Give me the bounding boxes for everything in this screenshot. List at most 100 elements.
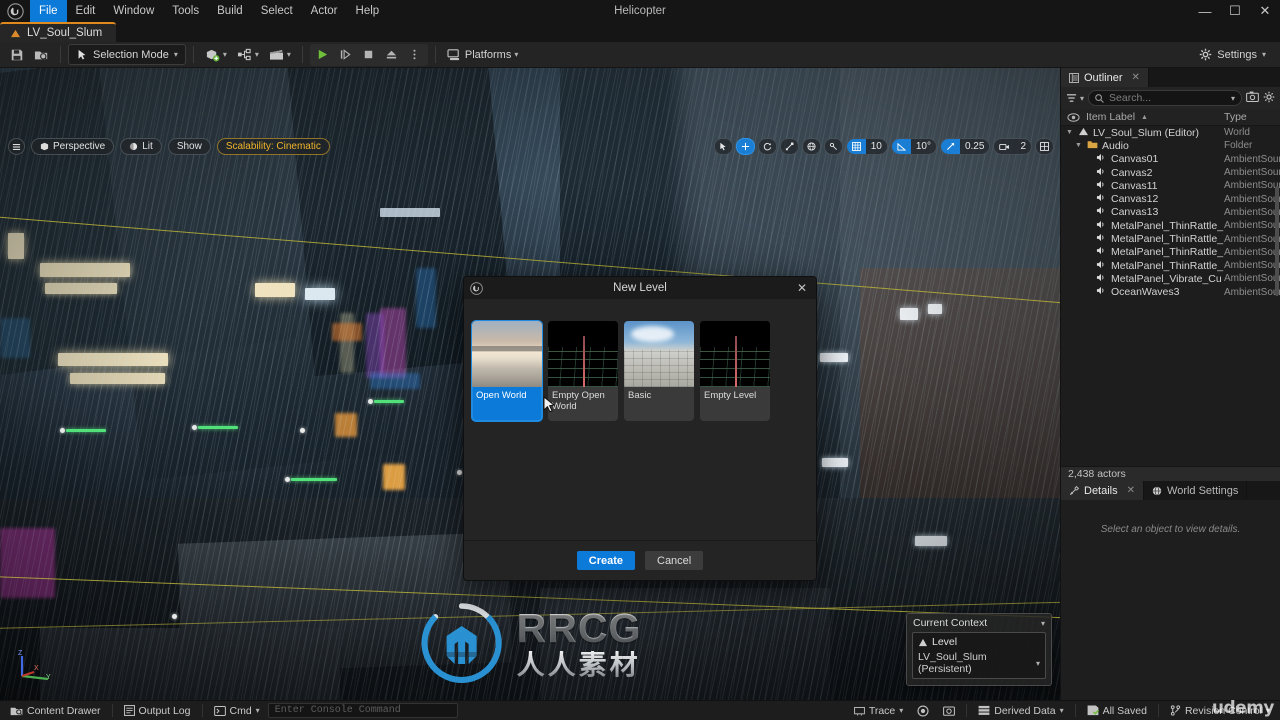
outliner-scrollbar[interactable] <box>1275 186 1279 296</box>
outliner-tree[interactable]: ▼ LV_Soul_Slum (Editor) World ▼ Audio Folder C… <box>1061 126 1280 466</box>
content-drawer-button[interactable]: Content Drawer <box>4 703 107 719</box>
outliner-row-label-cell: MetalPanel_Vibrate_Cu <box>1061 273 1224 285</box>
outliner-row-label-cell: Canvas2 <box>1061 167 1224 179</box>
outliner-search-input[interactable]: Search... ▾ <box>1088 90 1242 106</box>
outliner-row[interactable]: ▼ LV_Soul_Slum (Editor) World <box>1061 126 1280 139</box>
menu-tools[interactable]: Tools <box>163 0 208 22</box>
skip-button[interactable] <box>335 44 357 66</box>
platforms-button[interactable]: Platforms ▾ <box>443 44 522 66</box>
outliner-row[interactable]: ▼ Audio Folder <box>1061 139 1280 152</box>
menu-select[interactable]: Select <box>252 0 302 22</box>
record-icon <box>917 704 929 717</box>
create-button[interactable]: Create <box>576 551 635 570</box>
toolbar-divider-2 <box>192 46 194 63</box>
close-icon[interactable]: ✕ <box>1127 485 1135 496</box>
tab-world-settings[interactable]: World Settings <box>1144 481 1248 500</box>
eject-button[interactable] <box>381 44 403 66</box>
outliner-row-label-cell: Canvas13 <box>1061 206 1224 218</box>
all-saved-button[interactable]: All Saved <box>1081 703 1153 719</box>
outliner-col-item-label[interactable]: Item Label ▲ <box>1061 111 1224 123</box>
eye-icon[interactable] <box>1067 112 1080 122</box>
outliner-row-label-cell: Canvas12 <box>1061 193 1224 205</box>
close-icon[interactable]: ✕ <box>1250 0 1280 22</box>
unreal-logo-icon[interactable] <box>0 0 30 22</box>
outliner-row[interactable]: Canvas2 AmbientSour <box>1061 166 1280 179</box>
outliner-row[interactable]: Canvas13 AmbientSour <box>1061 206 1280 219</box>
trace-button[interactable]: Trace ▾ <box>848 703 909 719</box>
close-icon[interactable]: ✕ <box>1132 72 1140 83</box>
save-button[interactable] <box>6 44 28 66</box>
chevron-down-icon[interactable]: ▼ <box>1074 142 1083 149</box>
menu-file[interactable]: File <box>30 0 67 22</box>
menu-window[interactable]: Window <box>104 0 163 22</box>
cinematics-button[interactable]: ▾ <box>265 44 295 66</box>
right-dock: Outliner ✕ ▾ Search... ▾ Item Label ▲ Ty… <box>1060 68 1280 700</box>
outliner-row[interactable]: MetalPanel_ThinRattle_ AmbientSour <box>1061 232 1280 245</box>
outliner-settings-icon[interactable] <box>1263 91 1275 106</box>
cmd-dropdown[interactable]: Cmd ▾ <box>208 703 266 719</box>
details-empty-state: Select an object to view details. <box>1061 500 1280 700</box>
menu-help[interactable]: Help <box>347 0 389 22</box>
chevron-down-icon: ▾ <box>1080 93 1085 103</box>
output-log-button[interactable]: Output Log <box>118 703 197 719</box>
chevron-down-icon[interactable]: ▼ <box>1065 129 1074 136</box>
outliner-row[interactable]: MetalPanel_ThinRattle_ AmbientSour <box>1061 246 1280 259</box>
editor-body: Perspective Lit Show Scalability: Cinema… <box>0 68 1280 700</box>
outliner-row-label: MetalPanel_ThinRattle_ <box>1111 246 1224 259</box>
status-bar: Content Drawer Output Log Cmd ▾ Enter Co… <box>0 698 1280 720</box>
level-viewport[interactable]: Perspective Lit Show Scalability: Cinema… <box>0 68 1060 700</box>
outliner-row[interactable]: MetalPanel_Vibrate_Cu AmbientSour <box>1061 272 1280 285</box>
menu-build[interactable]: Build <box>208 0 252 22</box>
outliner-row-type: AmbientSour <box>1224 233 1280 245</box>
clapperboard-icon <box>269 48 283 60</box>
minimize-icon[interactable]: — <box>1190 0 1220 22</box>
log-icon <box>123 705 135 716</box>
settings-button[interactable]: Settings ▾ <box>1191 44 1274 66</box>
outliner-row[interactable]: Canvas01 AmbientSour <box>1061 153 1280 166</box>
template-basic[interactable]: Basic <box>624 321 694 421</box>
platforms-label: Platforms <box>464 48 512 61</box>
maximize-icon[interactable]: ☐ <box>1220 0 1250 22</box>
selection-mode-dropdown[interactable]: Selection Mode ▾ <box>68 44 186 65</box>
template-empty-open-world[interactable]: Empty Open World <box>548 321 618 421</box>
dialog-close-icon[interactable]: ✕ <box>794 281 810 295</box>
outliner-row[interactable]: Canvas11 AmbientSour <box>1061 179 1280 192</box>
audio-icon <box>1096 273 1107 285</box>
outliner-row-label-cell: ▼ LV_Soul_Slum (Editor) <box>1061 127 1224 139</box>
play-options-button[interactable] <box>404 44 426 66</box>
trace-icon <box>853 706 865 715</box>
menu-actor[interactable]: Actor <box>302 0 347 22</box>
menu-edit[interactable]: Edit <box>67 0 105 22</box>
tab-details[interactable]: Details ✕ <box>1061 481 1145 500</box>
audio-icon <box>1096 246 1107 258</box>
outliner-filter-button[interactable]: ▾ <box>1066 93 1084 103</box>
derived-data-button[interactable]: Derived Data ▾ <box>972 703 1069 719</box>
chevron-down-icon[interactable]: ▾ <box>1231 94 1235 103</box>
add-actor-button[interactable]: ▾ <box>201 44 231 66</box>
stop-button[interactable] <box>358 44 380 66</box>
branch-icon <box>1170 705 1181 716</box>
template-open-world[interactable]: Open World <box>471 320 543 422</box>
cancel-button[interactable]: Cancel <box>645 551 704 570</box>
tab-outliner-label: Outliner <box>1084 71 1123 84</box>
database-icon <box>978 705 990 715</box>
template-empty-level[interactable]: Empty Level <box>700 321 770 421</box>
level-tab[interactable]: LV_Soul_Slum <box>0 22 117 42</box>
play-button[interactable] <box>312 44 334 66</box>
tab-outliner[interactable]: Outliner ✕ <box>1061 68 1149 87</box>
outliner-row[interactable]: OceanWaves3 AmbientSour <box>1061 286 1280 299</box>
outliner-row[interactable]: MetalPanel_ThinRattle_ AmbientSour <box>1061 219 1280 232</box>
trace-record-button[interactable] <box>911 703 935 719</box>
console-command-input[interactable]: Enter Console Command <box>267 703 458 718</box>
outliner-row-label: OceanWaves3 <box>1111 286 1180 299</box>
outliner-save-search-icon[interactable] <box>1246 91 1259 105</box>
outliner-search-row: ▾ Search... ▾ <box>1061 87 1280 109</box>
outliner-row[interactable]: Canvas12 AmbientSour <box>1061 192 1280 205</box>
outliner-col-type[interactable]: Type <box>1224 111 1280 123</box>
browse-asset-button[interactable] <box>30 44 53 66</box>
outliner-row[interactable]: MetalPanel_ThinRattle_ AmbientSour <box>1061 259 1280 272</box>
blueprint-button[interactable]: ▾ <box>233 44 263 66</box>
trace-screenshot-button[interactable] <box>937 703 961 719</box>
template-label: Empty Level <box>700 387 770 421</box>
level-tab-strip: LV_Soul_Slum <box>0 22 1280 42</box>
